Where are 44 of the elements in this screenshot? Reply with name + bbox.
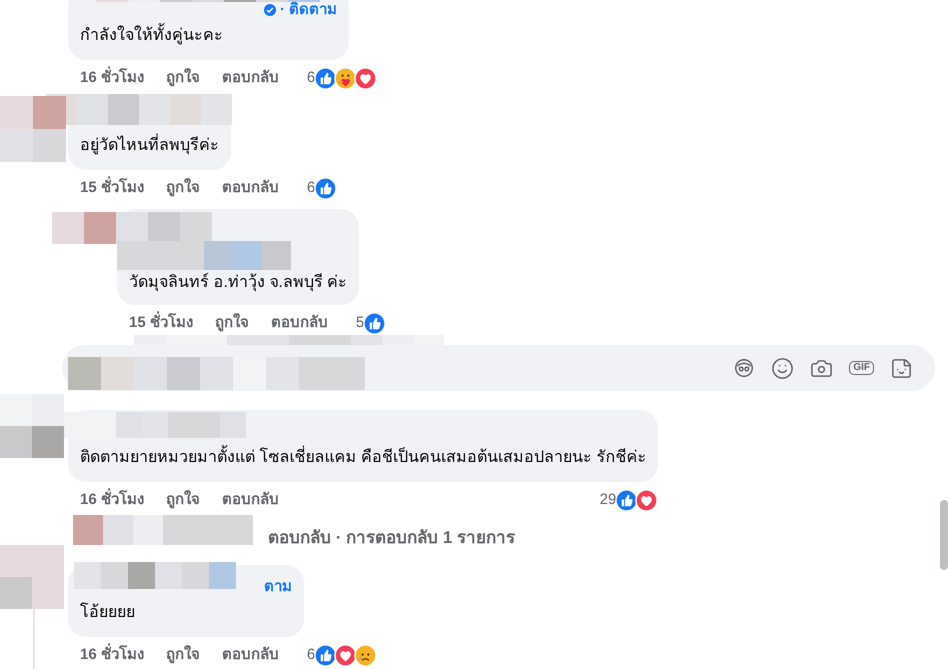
like-link[interactable]: ถูกใจ [166,176,200,200]
scrollbar-thumb[interactable] [940,500,948,570]
follow-link[interactable]: ตาม [264,576,292,598]
like-link[interactable]: ถูกใจ [166,644,200,666]
reaction-count: 6 [306,644,316,665]
sticker-icon[interactable] [890,356,913,380]
heart-reaction-icon [635,488,658,512]
like-reaction-icon [615,488,638,512]
comment-time: 16 ชั่วโมง [80,644,144,666]
view-replies-link[interactable]: ตอบกลับ · การตอบกลับ 1 รายการ [268,528,516,547]
heart-reaction-icon [334,644,358,666]
mosaic-drawing [0,545,64,609]
reaction-count: 5 [356,312,364,333]
comment-time: 15 ชั่วโมง [80,176,144,200]
comment-text: โอ้ยยยย [80,602,136,623]
comment-time: 16 ชั่วโมง [80,488,144,512]
comment-text: วัดมุจลินทร์ อ.ท่าวุ้ง จ.ลพบุรี ค่ะ [129,272,348,294]
like-reaction-icon [363,312,386,334]
like-link[interactable]: ถูกใจ [214,312,249,334]
like-link[interactable]: ถูกใจ [166,66,200,90]
reply-link[interactable]: ตอบกลับ [270,312,328,334]
comment-time: 15 ชั่วโมง [129,312,193,334]
gif-button[interactable]: GIF [849,361,874,375]
reply-link[interactable]: ตอบกลับ [222,176,279,200]
like-link[interactable]: ถูกใจ [166,488,200,512]
hugging-face-icon [334,66,358,90]
reply-link[interactable]: ตอบกลับ [222,488,279,512]
reply-link[interactable]: ตอบกลับ [222,644,279,666]
like-reaction-icon [314,644,338,666]
reply-link[interactable]: ตอบกลับ [222,66,279,90]
reaction-count: 29 [600,490,616,510]
avatar-sticker-icon[interactable] [733,357,756,379]
emoji-icon[interactable] [771,356,794,380]
comment-text: กำลังใจให้ทั้งคู่นะคะ [80,24,338,48]
reaction-count: 6 [306,68,316,88]
comment-text: ติดตามยายหมวยมาตั้งแต่ โซลเชี่ยลแคม คือชีเป็นคนเสมอต้นเสมอปลายนะ รักชีค่ะ [80,446,646,470]
sad-face-icon [354,644,378,666]
like-reaction-icon [314,176,338,200]
like-reaction-icon [314,66,338,90]
reaction-count: 6 [306,178,316,198]
follow-link[interactable]: · ติดตาม [280,0,338,22]
comment-text: อยู่วัดไหนที่ลพบุรีค่ะ [80,134,219,158]
heart-reaction-icon [354,66,378,90]
comment-time: 16 ชั่วโมง [80,66,144,90]
